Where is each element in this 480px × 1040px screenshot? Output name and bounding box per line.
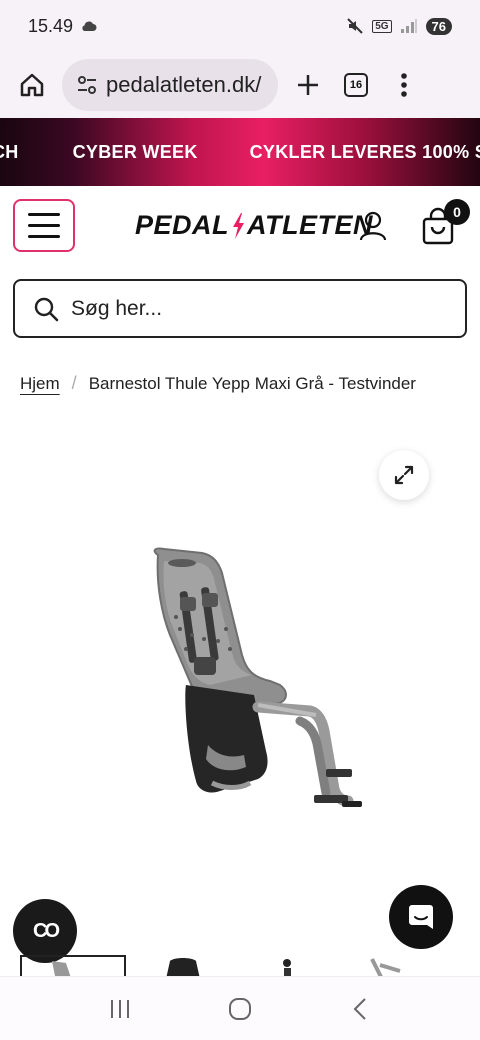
thumbnail-strip xyxy=(0,953,480,977)
thumbnail-1[interactable] xyxy=(20,955,126,977)
breadcrumb-separator: / xyxy=(71,373,77,393)
account-button[interactable] xyxy=(358,210,388,242)
home-button[interactable] xyxy=(14,67,50,103)
plus-icon xyxy=(298,75,318,95)
search-placeholder: Søg her... xyxy=(71,296,163,320)
home-circle-icon xyxy=(229,997,251,1020)
menu-line xyxy=(28,224,60,227)
breadcrumb-current: Barnestol Thule Yepp Maxi Grå - Testvind… xyxy=(88,373,416,393)
battery-level: 76 xyxy=(425,17,452,35)
browser-toolbar: pedalatleten.dk/ 16 xyxy=(0,52,480,118)
expand-icon xyxy=(394,465,414,485)
thumbnail-image xyxy=(370,958,401,977)
status-bar: 15.49 5G 76 xyxy=(0,0,480,52)
thumbnail-2[interactable] xyxy=(130,955,236,977)
back-chevron-icon xyxy=(353,997,366,1020)
chat-icon xyxy=(409,905,433,929)
recent-apps-button[interactable] xyxy=(100,989,140,1029)
promo-track: CH CYBER WEEK CYKLER LEVERES 100% SAMLET xyxy=(0,142,480,163)
new-tab-button[interactable] xyxy=(290,67,326,103)
status-icons: 5G 76 xyxy=(346,17,452,35)
cloud-icon xyxy=(82,21,97,31)
thumbnail-3[interactable] xyxy=(240,955,346,977)
thumbnail-image xyxy=(166,958,200,977)
logo-text-right: ATLETEN xyxy=(247,210,374,240)
thumbnail-image xyxy=(52,961,71,977)
mute-icon xyxy=(347,18,363,34)
breadcrumb-home-link[interactable]: Hjem xyxy=(20,374,60,394)
status-time-group: 15.49 xyxy=(28,16,97,37)
back-button[interactable] xyxy=(340,989,380,1029)
search-input[interactable]: Søg her... xyxy=(13,279,467,338)
fullscreen-button[interactable] xyxy=(379,450,429,500)
network-type: 5G xyxy=(372,19,392,33)
more-vert-icon xyxy=(401,73,407,97)
site-settings-icon[interactable] xyxy=(76,74,98,96)
product-image[interactable] xyxy=(140,545,380,825)
chat-button[interactable] xyxy=(389,885,453,949)
promo-item: CH xyxy=(0,141,19,162)
recents-icon xyxy=(111,999,129,1018)
tab-switcher-button[interactable]: 16 xyxy=(338,67,374,103)
breadcrumb: Hjem / Barnestol Thule Yepp Maxi Grå - T… xyxy=(20,373,416,394)
promo-banner[interactable]: CH CYBER WEEK CYKLER LEVERES 100% SAMLET xyxy=(0,118,480,186)
search-icon xyxy=(34,297,59,321)
thumbnail-image xyxy=(283,959,291,977)
home-nav-button[interactable] xyxy=(220,989,260,1029)
hamburger-menu-button[interactable] xyxy=(13,199,75,252)
cart-count-badge: 0 xyxy=(444,199,470,225)
promo-item: CYKLER LEVERES 100% SAMLET xyxy=(249,141,480,162)
site-header: PEDAL ATLETEN xyxy=(0,186,480,266)
tab-count: 16 xyxy=(344,73,368,97)
site-logo[interactable]: PEDAL ATLETEN xyxy=(135,210,373,241)
lightning-bolt-icon xyxy=(233,212,245,239)
logo-text-left: PEDAL xyxy=(135,210,230,240)
signal-icon xyxy=(400,19,417,33)
browser-menu-button[interactable] xyxy=(386,67,422,103)
user-icon xyxy=(359,211,387,241)
menu-line xyxy=(28,235,60,238)
thumbnail-4[interactable] xyxy=(350,955,456,977)
address-bar[interactable]: pedalatleten.dk/ xyxy=(62,59,278,111)
system-nav-bar xyxy=(0,976,480,1040)
menu-line xyxy=(28,213,60,216)
status-time: 15.49 xyxy=(28,15,74,36)
promo-item: CYBER WEEK xyxy=(72,141,198,162)
url-text: pedalatleten.dk/ xyxy=(106,72,262,97)
home-icon xyxy=(20,73,44,97)
